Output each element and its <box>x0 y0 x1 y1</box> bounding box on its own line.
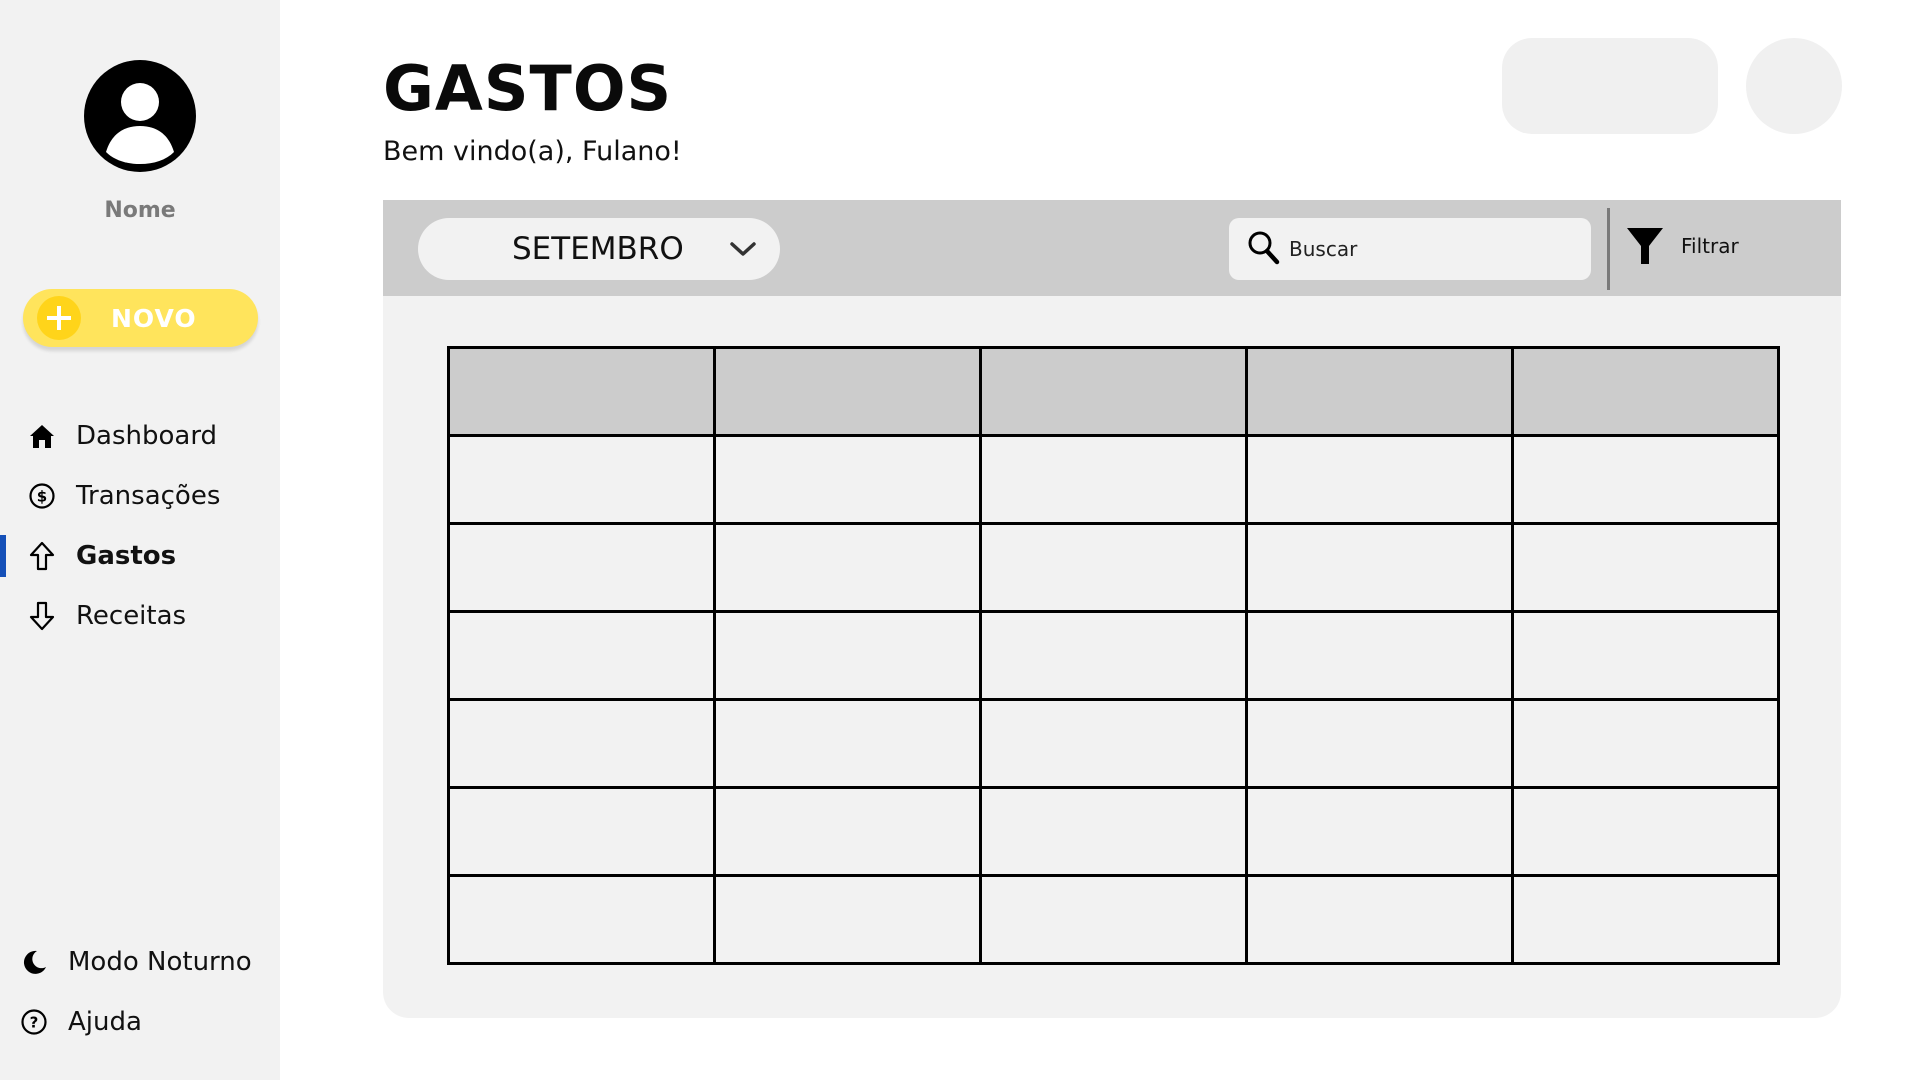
table-cell <box>979 610 1248 701</box>
table-header-cell <box>1245 346 1514 437</box>
home-icon <box>27 421 57 451</box>
table-cell <box>1511 434 1780 525</box>
table-cell <box>979 698 1248 789</box>
table-cell <box>1245 698 1514 789</box>
filter-button-label: Filtrar <box>1681 234 1739 258</box>
page-title: GASTOS <box>383 52 673 125</box>
table-cell <box>713 786 982 877</box>
toolbar: SETEMBRO Buscar Filtrar <box>383 200 1841 296</box>
table-header-cell <box>447 346 716 437</box>
table-cell <box>979 522 1248 613</box>
new-button-label: NOVO <box>111 303 197 333</box>
sidebar-item-modo-noturno[interactable]: Modo Noturno <box>0 937 280 987</box>
header-pill-placeholder[interactable] <box>1502 38 1718 134</box>
sidebar-item-label: Ajuda <box>68 1007 142 1037</box>
welcome-message: Bem vindo(a), Fulano! <box>383 136 682 167</box>
table-cell <box>447 698 716 789</box>
table-header-cell <box>1511 346 1780 437</box>
table-cell <box>1511 786 1780 877</box>
sidebar-item-dashboard[interactable]: Dashboard <box>0 411 280 461</box>
svg-text:$: $ <box>37 488 47 506</box>
sidebar-item-gastos[interactable]: Gastos <box>0 531 280 581</box>
sidebar-item-label: Gastos <box>76 541 177 571</box>
search-input[interactable] <box>1289 232 1569 266</box>
table-cell <box>1511 698 1780 789</box>
arrow-down-icon <box>27 601 57 631</box>
sidebar: Nome NOVO Dashboard $ Transações Gastos … <box>0 0 280 1080</box>
sidebar-item-label: Modo Noturno <box>68 947 252 977</box>
table-row[interactable] <box>447 610 1780 701</box>
plus-icon <box>37 296 81 340</box>
table-cell <box>1245 434 1514 525</box>
table-cell <box>713 522 982 613</box>
table-cell <box>979 786 1248 877</box>
table-cell <box>447 874 716 965</box>
table-cell <box>1245 786 1514 877</box>
svg-text:?: ? <box>30 1014 39 1032</box>
table-cell <box>447 786 716 877</box>
table-cell <box>1511 522 1780 613</box>
sidebar-item-receitas[interactable]: Receitas <box>0 591 280 641</box>
table-cell <box>713 874 982 965</box>
table-cell <box>1511 874 1780 965</box>
moon-icon <box>19 947 49 977</box>
sidebar-item-label: Transações <box>76 481 221 511</box>
table-cell <box>1245 522 1514 613</box>
sidebar-item-transacoes[interactable]: $ Transações <box>0 471 280 521</box>
table-cell <box>1245 610 1514 701</box>
expenses-panel: SETEMBRO Buscar Filtrar <box>383 200 1841 1018</box>
table-row[interactable] <box>447 786 1780 877</box>
arrow-up-icon <box>27 541 57 571</box>
chevron-down-icon <box>728 237 758 261</box>
table-cell <box>713 698 982 789</box>
table-row[interactable] <box>447 874 1780 965</box>
table-header-row <box>447 346 1780 437</box>
table-cell <box>447 610 716 701</box>
search-icon <box>1247 230 1281 266</box>
expenses-table <box>447 346 1780 965</box>
month-select[interactable]: SETEMBRO <box>418 218 780 280</box>
table-header-cell <box>713 346 982 437</box>
filter-button[interactable]: Filtrar <box>1625 218 1765 278</box>
table-cell <box>713 434 982 525</box>
table-cell <box>713 610 982 701</box>
sidebar-item-label: Receitas <box>76 601 187 631</box>
table-row[interactable] <box>447 434 1780 525</box>
table-row[interactable] <box>447 522 1780 613</box>
month-select-value: SETEMBRO <box>512 231 684 267</box>
user-name: Nome <box>104 198 176 223</box>
avatar-icon[interactable] <box>84 60 196 172</box>
filter-icon <box>1625 224 1665 268</box>
new-button[interactable]: NOVO <box>23 289 258 347</box>
help-circle-icon: ? <box>19 1007 49 1037</box>
table-header-cell <box>979 346 1248 437</box>
search-box <box>1229 218 1591 280</box>
sidebar-item-label: Dashboard <box>76 421 218 451</box>
toolbar-divider <box>1607 208 1610 290</box>
table-cell <box>447 522 716 613</box>
table-row[interactable] <box>447 698 1780 789</box>
table-cell <box>447 434 716 525</box>
table-cell <box>1245 874 1514 965</box>
sidebar-item-ajuda[interactable]: ? Ajuda <box>0 997 280 1047</box>
app-root: Nome NOVO Dashboard $ Transações Gastos … <box>0 0 1920 1080</box>
dollar-circle-icon: $ <box>27 481 57 511</box>
header-circle-placeholder[interactable] <box>1746 38 1842 134</box>
table-cell <box>1511 610 1780 701</box>
table-cell <box>979 434 1248 525</box>
table-cell <box>979 874 1248 965</box>
